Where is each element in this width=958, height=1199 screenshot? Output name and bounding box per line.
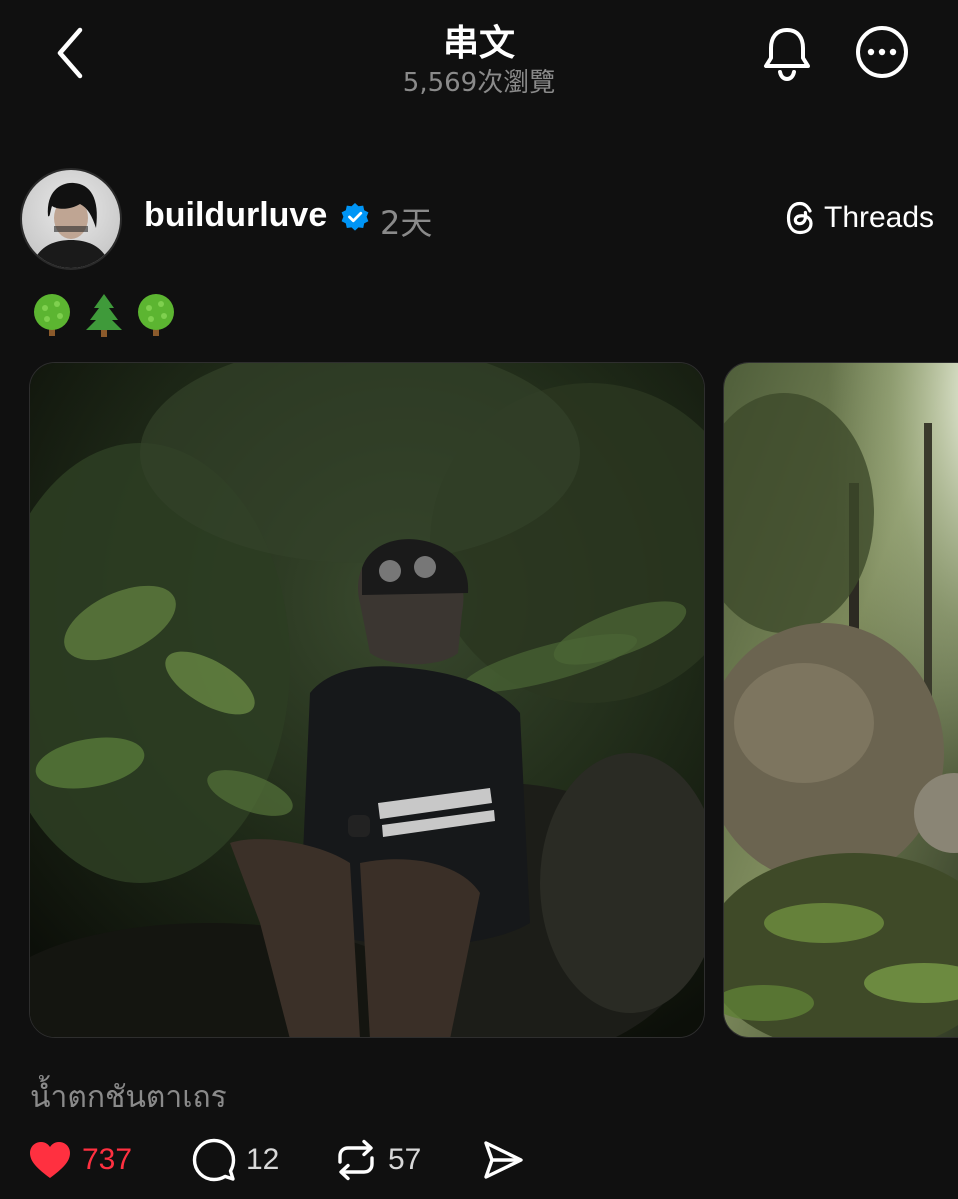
view-count: 5,569次瀏覽 — [402, 68, 556, 98]
post-caption: น้ำตกชันตาเถร — [30, 1080, 227, 1115]
page-title: 串文 — [442, 23, 515, 64]
comment-count: 12 — [246, 1143, 280, 1176]
repost-button[interactable]: 57 — [334, 1136, 421, 1184]
threads-link[interactable]: Threads — [786, 198, 934, 238]
bell-icon — [764, 28, 810, 82]
repost-icon — [338, 1139, 374, 1181]
evergreen-tree-emoji — [86, 294, 122, 337]
more-horizontal-icon — [856, 26, 908, 78]
heart-filled-icon — [30, 1142, 70, 1178]
username[interactable]: buildurluve — [144, 196, 327, 235]
repost-count: 57 — [388, 1143, 422, 1176]
photo-person-in-forest — [30, 363, 704, 1037]
comment-icon — [192, 1138, 236, 1182]
like-count: 737 — [82, 1143, 133, 1176]
photo-forest-boulders — [724, 363, 958, 1037]
post-photo-1[interactable] — [29, 362, 705, 1038]
notifications-button[interactable] — [760, 24, 814, 82]
avatar[interactable] — [20, 168, 122, 270]
comment-button[interactable]: 12 — [192, 1136, 279, 1184]
deciduous-tree-emoji — [138, 294, 174, 336]
post-time: 2天 — [380, 204, 433, 242]
more-options-button[interactable] — [854, 24, 910, 80]
share-button[interactable] — [482, 1136, 524, 1184]
threads-logo-icon — [786, 201, 813, 235]
threads-label: Threads — [824, 201, 935, 234]
post-emojis — [30, 292, 178, 338]
deciduous-tree-emoji — [34, 294, 70, 336]
verified-badge-icon — [341, 203, 369, 231]
avatar-image — [32, 182, 110, 268]
send-icon — [484, 1141, 523, 1179]
like-button[interactable]: 737 — [28, 1136, 132, 1184]
post-photo-2[interactable] — [723, 362, 958, 1038]
